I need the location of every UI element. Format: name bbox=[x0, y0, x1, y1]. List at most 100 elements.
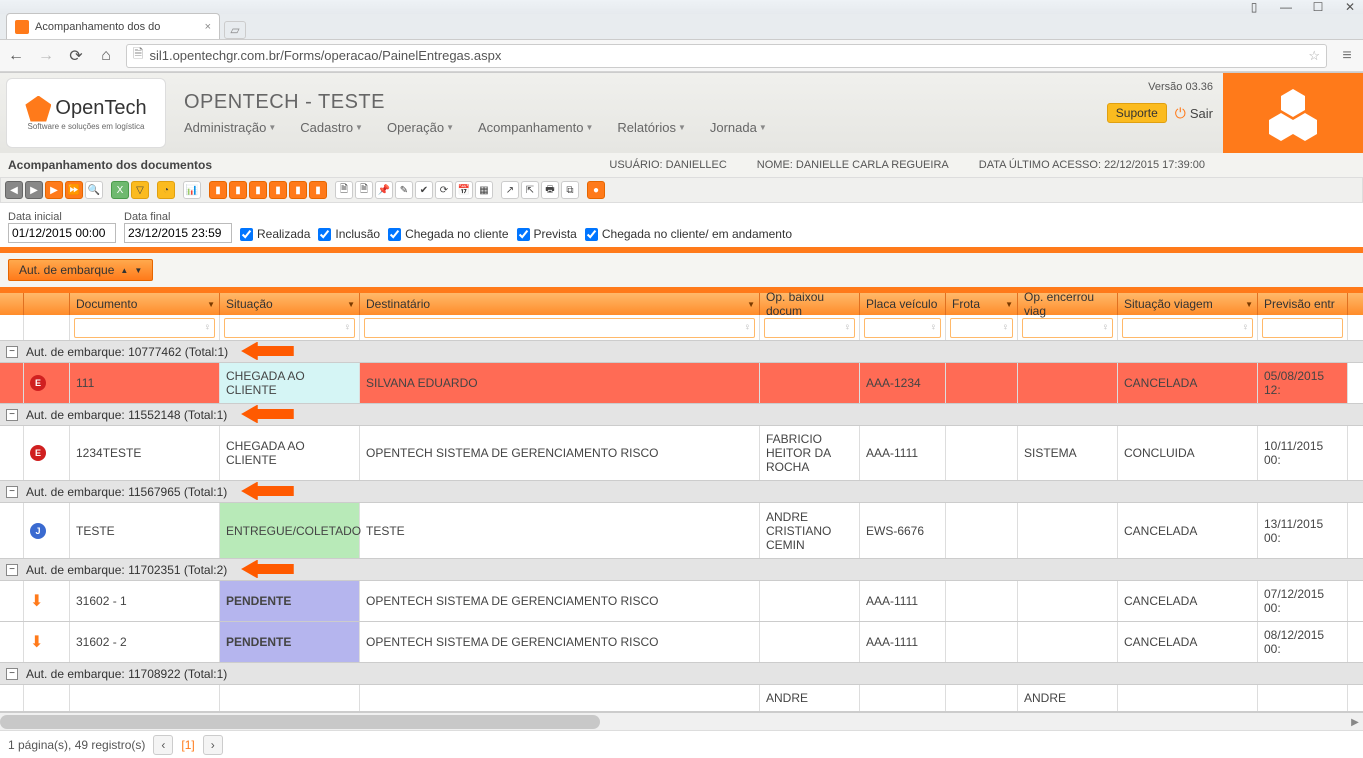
collapse-icon[interactable]: − bbox=[6, 409, 18, 421]
col-frota[interactable]: Frota▼ bbox=[946, 293, 1018, 315]
filter-icon[interactable]: ♀ bbox=[1102, 322, 1110, 333]
filter-icon[interactable]: ♀ bbox=[344, 322, 352, 333]
bookmark-icon[interactable]: ☆ bbox=[1308, 48, 1320, 64]
filter-icon[interactable]: ♀ bbox=[744, 322, 752, 333]
filter-destinatario[interactable] bbox=[364, 318, 755, 338]
filter-icon[interactable]: ♀ bbox=[844, 322, 852, 333]
doc2-icon[interactable]: 🗎 bbox=[355, 181, 373, 199]
filter-icon[interactable]: ♀ bbox=[930, 322, 938, 333]
table-row[interactable]: E111CHEGADA AO CLIENTESILVANA EDUARDOAAA… bbox=[0, 363, 1363, 404]
excel-icon[interactable]: X bbox=[111, 181, 129, 199]
filter-documento[interactable] bbox=[74, 318, 215, 338]
browser-tab[interactable]: Acompanhamento dos do × bbox=[6, 13, 220, 39]
fast-forward-icon[interactable]: ⏩ bbox=[65, 181, 83, 199]
group-row[interactable]: −Aut. de embarque: 11708922 (Total:1) bbox=[0, 663, 1363, 685]
col-op-baixou[interactable]: Op. baixou docum bbox=[760, 293, 860, 315]
filter-previsao[interactable] bbox=[1262, 318, 1343, 338]
bar1-icon[interactable]: ▮ bbox=[209, 181, 227, 199]
menu-administracao[interactable]: Administração▼ bbox=[184, 120, 276, 135]
group-row[interactable]: −Aut. de embarque: 11567965 (Total:1) bbox=[0, 481, 1363, 503]
table-row[interactable]: JTESTEENTREGUE/COLETADOTESTEANDRE CRISTI… bbox=[0, 503, 1363, 559]
sair-button[interactable]: ⏻Sair bbox=[1175, 105, 1213, 122]
scroll-thumb[interactable] bbox=[0, 715, 600, 729]
doc1-icon[interactable]: 🗎 bbox=[335, 181, 353, 199]
back-icon[interactable]: ← bbox=[6, 46, 26, 66]
url-input[interactable]: 🗎 sil1.opentechgr.com.br/Forms/operacao/… bbox=[126, 44, 1327, 68]
chk-prevista[interactable]: Prevista bbox=[517, 227, 577, 241]
copy-icon[interactable]: ⧉ bbox=[561, 181, 579, 199]
col-icon[interactable] bbox=[24, 293, 70, 315]
col-sit-viagem[interactable]: Situação viagem▼ bbox=[1118, 293, 1258, 315]
menu-operacao[interactable]: Operação▼ bbox=[387, 120, 454, 135]
bar4-icon[interactable]: ▮ bbox=[269, 181, 287, 199]
suporte-button[interactable]: Suporte bbox=[1107, 103, 1167, 123]
pin-icon[interactable]: 📌 bbox=[375, 181, 393, 199]
menu-relatorios[interactable]: Relatórios▼ bbox=[617, 120, 685, 135]
filter-icon[interactable]: ▽ bbox=[131, 181, 149, 199]
collapse-icon[interactable]: − bbox=[6, 564, 18, 576]
horizontal-scrollbar[interactable]: ◀ ▶ bbox=[0, 712, 1363, 730]
refresh-icon[interactable]: ⟳ bbox=[435, 181, 453, 199]
group-row[interactable]: −Aut. de embarque: 10777462 (Total:1) bbox=[0, 341, 1363, 363]
filter-op-baixou[interactable] bbox=[764, 318, 855, 338]
maximize-icon[interactable]: ☐ bbox=[1311, 0, 1325, 14]
table-row[interactable]: ANDRE ANDRE bbox=[0, 685, 1363, 712]
record-icon[interactable]: ● bbox=[587, 181, 605, 199]
grid-icon[interactable]: ▦ bbox=[475, 181, 493, 199]
col-destinatario[interactable]: Destinatário▼ bbox=[360, 293, 760, 315]
filter-icon[interactable]: ♀ bbox=[204, 322, 212, 333]
check-icon[interactable]: ✔ bbox=[415, 181, 433, 199]
menu-jornada[interactable]: Jornada▼ bbox=[710, 120, 767, 135]
menu-cadastro[interactable]: Cadastro▼ bbox=[300, 120, 363, 135]
bar2-icon[interactable]: ▮ bbox=[229, 181, 247, 199]
user-icon[interactable]: ▯ bbox=[1247, 0, 1261, 14]
export-icon[interactable]: ⇱ bbox=[521, 181, 539, 199]
share-icon[interactable]: ↗ bbox=[501, 181, 519, 199]
close-icon[interactable]: ✕ bbox=[1343, 0, 1357, 14]
chk-chegada-andamento[interactable]: Chegada no cliente/ em andamento bbox=[585, 227, 792, 241]
nav-next-icon[interactable]: ▶ bbox=[25, 181, 43, 199]
chart-icon[interactable]: 📊 bbox=[183, 181, 201, 199]
play-icon[interactable]: ▶ bbox=[45, 181, 63, 199]
col-documento[interactable]: Documento▼ bbox=[70, 293, 220, 315]
nav-prev-icon[interactable]: ◀ bbox=[5, 181, 23, 199]
filter-icon[interactable]: ♀ bbox=[1002, 322, 1010, 333]
group-row[interactable]: −Aut. de embarque: 11552148 (Total:1) bbox=[0, 404, 1363, 426]
sort-button[interactable]: Aut. de embarque ▲ ▼ bbox=[8, 259, 153, 281]
col-situacao[interactable]: Situação▼ bbox=[220, 293, 360, 315]
table-row[interactable]: E1234TESTECHEGADA AO CLIENTEOPENTECH SIS… bbox=[0, 426, 1363, 481]
bar3-icon[interactable]: ▮ bbox=[249, 181, 267, 199]
col-expand[interactable] bbox=[0, 293, 24, 315]
print-icon[interactable]: 🖶 bbox=[541, 181, 559, 199]
date-end-input[interactable] bbox=[124, 223, 232, 243]
filter-op-encerrou[interactable] bbox=[1022, 318, 1113, 338]
col-placa[interactable]: Placa veículo bbox=[860, 293, 946, 315]
new-tab-button[interactable]: ▱ bbox=[224, 21, 246, 39]
menu-acompanhamento[interactable]: Acompanhamento▼ bbox=[478, 120, 593, 135]
menu-icon[interactable]: ≡ bbox=[1337, 47, 1357, 65]
filter-icon[interactable]: ♀ bbox=[1242, 322, 1250, 333]
col-op-encerrou[interactable]: Op. encerrou viag bbox=[1018, 293, 1118, 315]
chk-inclusao[interactable]: Inclusão bbox=[318, 227, 380, 241]
collapse-icon[interactable]: − bbox=[6, 668, 18, 680]
search-icon[interactable]: 🔍 bbox=[85, 181, 103, 199]
filter-situacao[interactable] bbox=[224, 318, 355, 338]
group-row[interactable]: −Aut. de embarque: 11702351 (Total:2) bbox=[0, 559, 1363, 581]
filter-sit-viagem[interactable] bbox=[1122, 318, 1253, 338]
bar6-icon[interactable]: ▮ bbox=[309, 181, 327, 199]
col-previsao[interactable]: Previsão entr bbox=[1258, 293, 1348, 315]
pager-next-button[interactable]: › bbox=[203, 735, 223, 755]
collapse-icon[interactable]: − bbox=[6, 486, 18, 498]
forward-icon[interactable]: → bbox=[36, 46, 56, 66]
reload-icon[interactable]: ⟳ bbox=[66, 46, 86, 66]
table-row[interactable]: ⬇31602 - 1PENDENTEOPENTECH SISTEMA DE GE… bbox=[0, 581, 1363, 622]
scroll-right-icon[interactable]: ▶ bbox=[1347, 713, 1363, 731]
home-icon[interactable]: ⌂ bbox=[96, 46, 116, 66]
table-row[interactable]: ⬇31602 - 2PENDENTEOPENTECH SISTEMA DE GE… bbox=[0, 622, 1363, 663]
tab-close-icon[interactable]: × bbox=[205, 21, 211, 33]
collapse-icon[interactable]: − bbox=[6, 346, 18, 358]
clock-icon[interactable]: ◔ bbox=[157, 181, 175, 199]
calendar-icon[interactable]: 📅 bbox=[455, 181, 473, 199]
chk-realizada[interactable]: Realizada bbox=[240, 227, 310, 241]
edit-icon[interactable]: ✎ bbox=[395, 181, 413, 199]
